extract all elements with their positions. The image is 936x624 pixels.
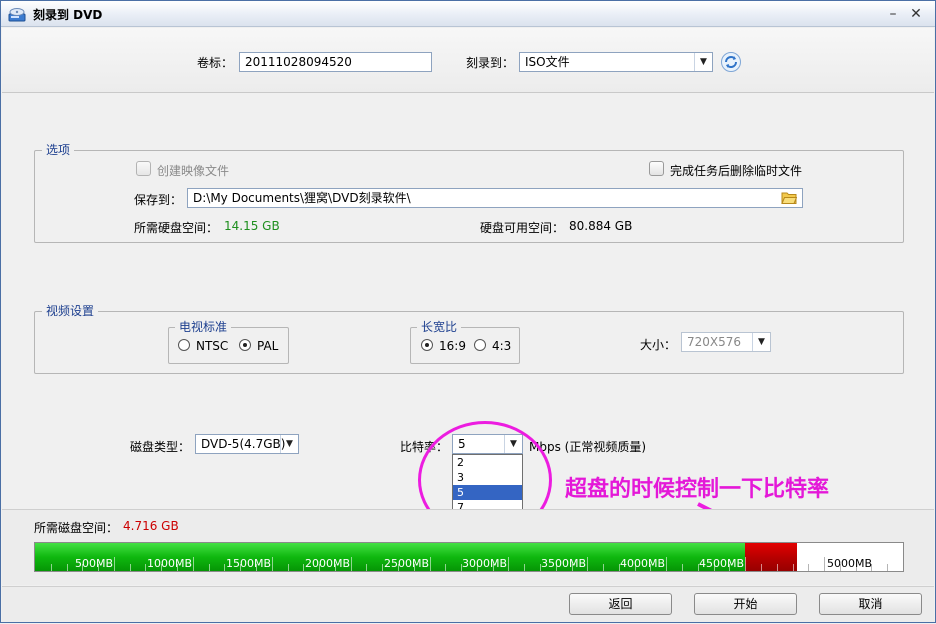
burn-dvd-dialog: 刻录到 DVD – ✕ 卷标： 20111028094520 刻录到： ISO文… <box>0 0 936 623</box>
required-space-label: 所需硬盘空间： <box>134 221 219 235</box>
usage-tick <box>145 564 146 571</box>
usage-tick <box>130 564 131 571</box>
ratio-4-3-radio[interactable] <box>474 339 486 351</box>
ratio-16-9-radio[interactable] <box>421 339 433 351</box>
pal-radio[interactable] <box>239 339 251 351</box>
usage-tick-label: 4500MB <box>698 557 744 570</box>
bitrate-unit: Mbps (正常视频质量) <box>529 440 647 454</box>
usage-tick-label: 500MB <box>74 557 113 570</box>
chevron-down-icon: ▼ <box>280 435 298 453</box>
title-bar: 刻录到 DVD – ✕ <box>1 1 935 27</box>
usage-tick <box>272 557 273 571</box>
usage-tick <box>351 557 352 571</box>
ratio-16-9-label: 16:9 <box>439 339 466 353</box>
chevron-down-icon: ▼ <box>752 333 770 351</box>
start-button[interactable]: 开始 <box>694 593 797 615</box>
disc-type-label: 磁盘类型： <box>130 440 191 454</box>
create-image-checkbox[interactable] <box>136 161 151 176</box>
volume-label: 卷标： <box>197 56 234 70</box>
usage-tick-label: 1000MB <box>146 557 192 570</box>
video-settings-legend: 视频设置 <box>42 304 99 318</box>
size-select[interactable]: 720X576 ▼ <box>681 332 771 352</box>
cancel-button[interactable]: 取消 <box>819 593 922 615</box>
usage-tick <box>587 557 588 571</box>
usage-tick <box>887 564 888 571</box>
burn-to-select[interactable]: ISO文件 ▼ <box>519 52 713 72</box>
usage-tick <box>445 564 446 571</box>
usage-tick <box>745 557 746 571</box>
dvd-burner-icon <box>8 8 26 22</box>
size-value: 720X576 <box>687 335 742 349</box>
folder-open-icon[interactable] <box>781 191 797 205</box>
disc-type-value: DVD-5(4.7GB) <box>201 437 286 451</box>
usage-tick <box>193 557 194 571</box>
usage-tick-label: 2500MB <box>383 557 429 570</box>
usage-tick <box>303 564 304 571</box>
usage-tick <box>114 557 115 571</box>
available-space-value: 80.884 GB <box>569 219 633 233</box>
options-legend: 选项 <box>42 143 75 157</box>
ratio-4-3-label: 4:3 <box>492 339 512 353</box>
usage-tick-label: 3000MB <box>461 557 507 570</box>
usage-fill-over-capacity <box>745 543 797 571</box>
ntsc-label: NTSC <box>196 339 229 353</box>
usage-tick <box>224 564 225 571</box>
usage-tick <box>793 564 794 571</box>
delete-temp-label: 完成任务后删除临时文件 <box>670 164 803 178</box>
usage-tick <box>288 564 289 571</box>
refresh-icon[interactable] <box>720 51 742 73</box>
usage-tick-label: 4000MB <box>619 557 665 570</box>
usage-tick <box>824 557 825 571</box>
required-space-value: 14.15 GB <box>224 219 280 233</box>
usage-tick <box>209 564 210 571</box>
save-to-label: 保存到： <box>134 193 183 207</box>
usage-tick <box>51 564 52 571</box>
annotation-text: 超盘的时候控制一下比特率 <box>565 477 830 502</box>
chevron-down-icon: ▼ <box>694 53 712 71</box>
save-to-input[interactable]: D:\My Documents\狸窝\DVD刻录软件\ <box>187 188 803 208</box>
size-label: 大小： <box>640 338 677 352</box>
usage-tick <box>603 564 604 571</box>
usage-tick <box>777 564 778 571</box>
usage-tick <box>366 564 367 571</box>
usage-tick <box>666 557 667 571</box>
disc-type-select[interactable]: DVD-5(4.7GB) ▼ <box>195 434 299 454</box>
usage-tick-label: 2000MB <box>304 557 350 570</box>
usage-tick <box>682 564 683 571</box>
pal-label: PAL <box>257 339 279 353</box>
required-disc-space-value: 4.716 GB <box>123 519 179 533</box>
usage-tick-label: 1500MB <box>225 557 271 570</box>
tv-standard-legend: 电视标准 <box>175 320 232 334</box>
disc-usage-bar: 500MB 1000MB 1500MB 2000MB 2500MB 3000MB 3500M… <box>34 542 904 572</box>
usage-tick <box>382 564 383 571</box>
burn-to-value: ISO文件 <box>525 55 570 69</box>
usage-tick <box>761 564 762 571</box>
required-disc-space-label: 所需磁盘空间： <box>34 521 119 535</box>
volume-input[interactable]: 20111028094520 <box>239 52 432 72</box>
usage-tick <box>430 557 431 571</box>
aspect-ratio-legend: 长宽比 <box>417 320 462 334</box>
create-image-label: 创建映像文件 <box>157 164 230 178</box>
window-title: 刻录到 DVD <box>33 8 103 22</box>
usage-tick <box>808 564 809 571</box>
usage-tick <box>508 557 509 571</box>
back-button[interactable]: 返回 <box>569 593 672 615</box>
usage-tick <box>524 564 525 571</box>
burn-to-label: 刻录到： <box>466 56 515 70</box>
usage-tick-label: 3500MB <box>540 557 586 570</box>
minimize-button[interactable]: – <box>883 4 903 24</box>
close-button[interactable]: ✕ <box>906 4 926 24</box>
ntsc-radio[interactable] <box>178 339 190 351</box>
delete-temp-checkbox[interactable] <box>649 161 664 176</box>
usage-tick-label: 5000MB <box>827 557 873 570</box>
available-space-label: 硬盘可用空间： <box>480 221 565 235</box>
usage-tick <box>67 564 68 571</box>
